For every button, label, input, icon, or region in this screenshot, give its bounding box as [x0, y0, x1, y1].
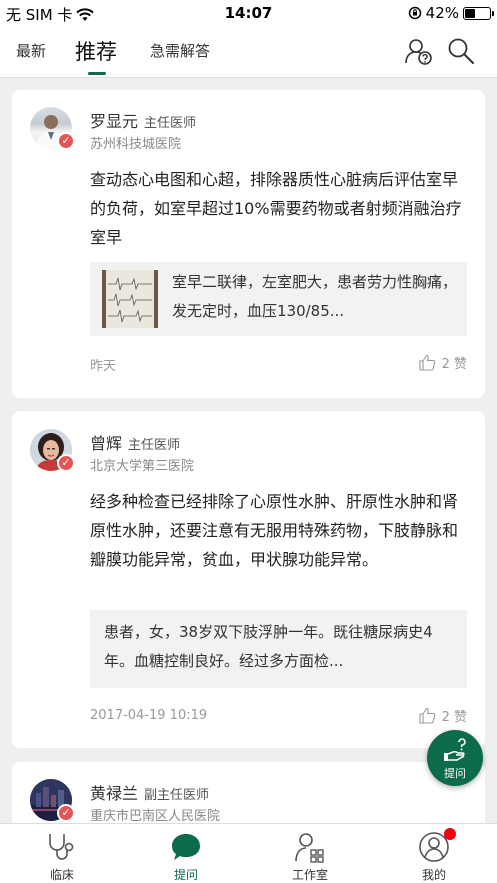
doctor-name-row: 黄禄兰 副主任医师	[90, 780, 209, 804]
ask-button-label: 提问	[444, 767, 466, 780]
doctor-title: 主任医师	[144, 116, 197, 131]
bottom-tab-bar: 临床 提问 工作室 我的	[0, 823, 497, 883]
doctor-title: 主任医师	[128, 438, 181, 453]
doctor-name-row: 罗显元 主任医师	[90, 108, 196, 132]
doctor-name-row: 曾辉 主任医师	[90, 430, 180, 454]
thumbs-up-icon	[419, 707, 435, 724]
hospital-name: 重庆市巴南区人民医院	[90, 809, 221, 824]
answer-card[interactable]: ✓ 罗显元 主任医师 苏州科技城医院 查动态心电图和心超，排除器质性心脏病后评估室…	[12, 90, 485, 398]
post-date: 昨天	[90, 359, 117, 374]
answer-text[interactable]: 经多种检查已经排除了心原性水肿、肝原性水肿和肾原性水肿，还要注意有无服用特殊药物…	[90, 487, 470, 603]
verified-badge-icon: ✓	[57, 132, 75, 150]
verified-badge-icon: ✓	[57, 804, 75, 822]
ask-hand-icon	[444, 738, 466, 761]
question-text: 室早二联律，左室肥大，患者劳力性胸痛，发无定时，血压130/85...	[172, 273, 457, 320]
tab-urgent[interactable]: 急需解答	[150, 40, 210, 61]
tab-label: 临床	[49, 868, 74, 882]
hospital-name: 北京大学第三医院	[90, 459, 195, 474]
tab-latest[interactable]: 最新	[16, 40, 46, 61]
battery-percent: 42%	[425, 4, 459, 22]
search-icon[interactable]	[446, 36, 476, 66]
like-count: 2 赞	[441, 357, 467, 372]
tab-clinical[interactable]: 临床	[0, 824, 124, 883]
active-tab-indicator	[88, 72, 106, 75]
battery-fill	[465, 8, 476, 18]
post-date: 2017-04-19 10:19	[90, 708, 208, 723]
tab-studio[interactable]: 工作室	[248, 824, 372, 883]
tab-label: 工作室	[291, 868, 328, 882]
verified-badge-icon: ✓	[57, 454, 75, 472]
ecg-thumbnail	[102, 270, 158, 328]
doctor-name[interactable]: 曾辉	[90, 434, 122, 453]
tab-profile[interactable]: 我的	[372, 824, 496, 883]
ask-question-button[interactable]: 提问	[427, 730, 483, 786]
answer-text[interactable]: 查动态心电图和心超，排除器质性心脏病后评估室早的负荷，如室早超过10%需要药物或…	[90, 165, 470, 252]
ecg-image-icon	[102, 270, 158, 328]
status-bar: 无 SIM 卡 14:07 42%	[0, 0, 497, 26]
answer-card[interactable]: ✓ 曾辉 主任医师 北京大学第三医院 经多种检查已经排除了心原性水肿、肝原性水肿和…	[12, 411, 485, 748]
hospital-name: 苏州科技城医院	[90, 137, 182, 152]
tab-recommended[interactable]: 推荐	[75, 36, 117, 66]
doctor-name[interactable]: 罗显元	[90, 112, 138, 131]
battery-icon	[463, 6, 494, 20]
like-button[interactable]: 2 赞	[419, 353, 467, 372]
ask-expert-icon[interactable]	[404, 36, 434, 66]
chat-bubble-icon	[172, 834, 200, 860]
doctor-name[interactable]: 黄禄兰	[90, 784, 138, 803]
tab-ask[interactable]: 提问	[124, 824, 248, 883]
doctor-title: 副主任医师	[144, 788, 210, 803]
thumbs-up-icon	[419, 354, 435, 371]
question-text: 患者，女，38岁双下肢浮肿一年。既往糖尿病史4年。血糖控制良好。经过多方面检..…	[104, 623, 433, 670]
notification-dot	[444, 828, 456, 840]
top-nav: 最新 推荐 急需解答	[0, 26, 497, 78]
tab-label: 我的	[421, 868, 446, 882]
stethoscope-icon	[49, 834, 74, 860]
question-preview[interactable]: 室早二联律，左室肥大，患者劳力性胸痛，发无定时，血压130/85...	[90, 262, 467, 336]
like-button[interactable]: 2 赞	[419, 706, 467, 725]
studio-icon	[295, 833, 324, 863]
rotation-lock-icon	[408, 6, 421, 20]
question-preview[interactable]: 患者，女，38岁双下肢浮肿一年。既往糖尿病史4年。血糖控制良好。经过多方面检..…	[90, 610, 467, 688]
tab-label: 提问	[173, 868, 198, 882]
status-right: 42%	[408, 4, 494, 22]
like-count: 2 赞	[441, 710, 467, 725]
